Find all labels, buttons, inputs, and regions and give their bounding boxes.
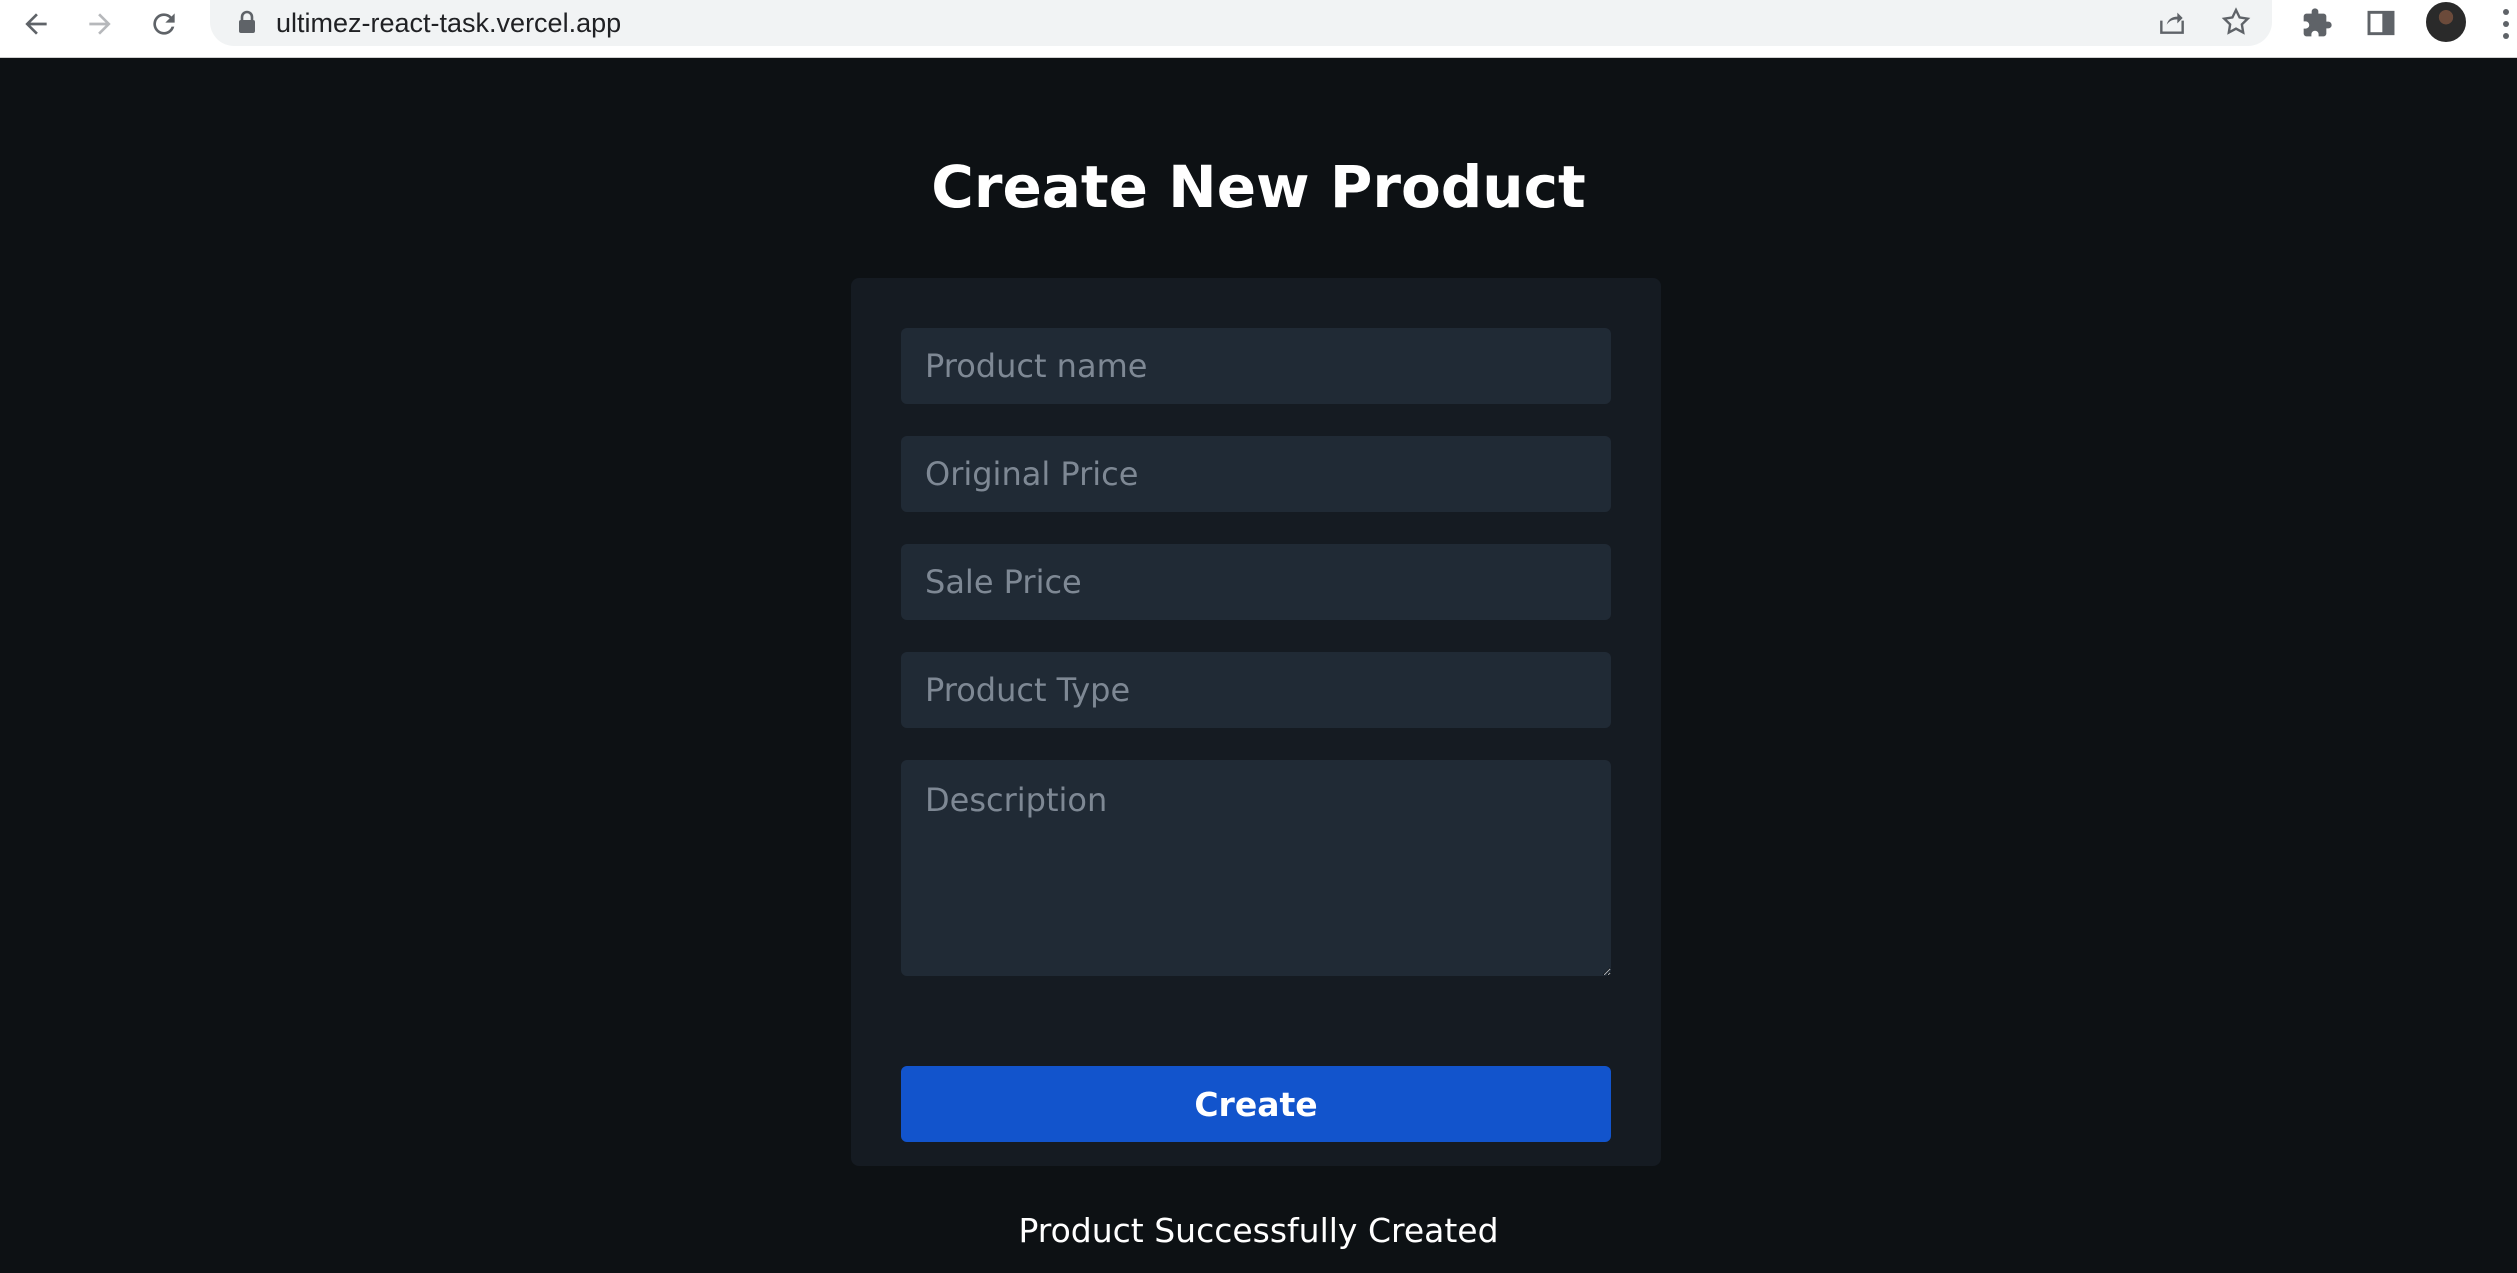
profile-avatar[interactable] (2424, 0, 2468, 44)
back-arrow-icon (25, 13, 47, 35)
star-icon (2221, 7, 2251, 35)
reload-icon (153, 13, 175, 35)
more-menu-icon[interactable] (2500, 4, 2512, 44)
url-text[interactable]: ultimez-react-task.vercel.app (276, 8, 621, 38)
sale-price-input[interactable] (901, 544, 1611, 620)
side-panel-icon (2367, 10, 2395, 36)
product-name-input[interactable] (901, 328, 1611, 404)
share-button[interactable] (2152, 2, 2192, 42)
product-type-input[interactable] (901, 652, 1611, 728)
address-bar[interactable]: ultimez-react-task.vercel.app (210, 0, 2272, 46)
extensions-button[interactable] (2296, 2, 2338, 44)
page-content: Create New Product Create Product Succes… (0, 58, 2517, 1273)
create-button[interactable]: Create (901, 1066, 1611, 1142)
original-price-input[interactable] (901, 436, 1611, 512)
bookmark-star-button[interactable] (2216, 2, 2256, 42)
side-panel-button[interactable] (2360, 2, 2402, 44)
reload-button[interactable] (144, 4, 184, 44)
browser-toolbar: ultimez-react-task.vercel.app (0, 0, 2517, 58)
description-textarea[interactable] (901, 760, 1611, 976)
puzzle-icon (2303, 8, 2332, 37)
back-button[interactable] (16, 4, 56, 44)
forward-arrow-icon (89, 13, 111, 35)
status-message: Product Successfully Created (1018, 1211, 1499, 1250)
lock-icon (239, 10, 255, 33)
create-product-form: Create (851, 278, 1661, 1166)
share-icon (2160, 12, 2184, 34)
page-title: Create New Product (931, 153, 1586, 221)
forward-button[interactable] (80, 4, 120, 44)
